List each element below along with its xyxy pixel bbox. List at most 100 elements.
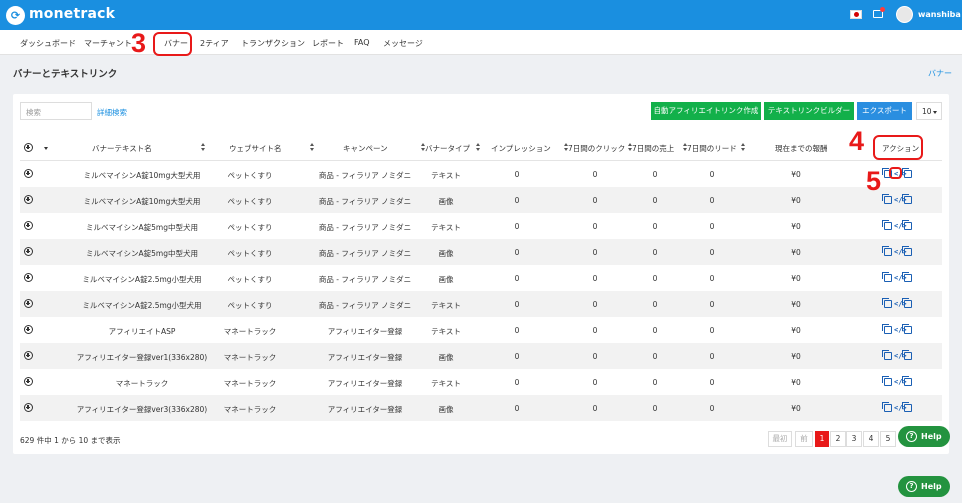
sort-icon[interactable]: [741, 143, 745, 151]
pagination-prev[interactable]: 前: [795, 431, 813, 447]
pagination-page-4[interactable]: 4: [863, 431, 879, 447]
website-cell: マネートラック: [223, 379, 277, 388]
col-impressions[interactable]: インプレッション: [491, 143, 551, 154]
avatar[interactable]: [896, 6, 913, 23]
copy-icon[interactable]: [882, 246, 892, 256]
pagination-page-1[interactable]: 1: [815, 431, 829, 447]
col-7day-leads[interactable]: 7日間のリード: [687, 143, 737, 154]
expand-row-icon[interactable]: [24, 403, 33, 412]
copy-icon[interactable]: [882, 324, 892, 334]
nav-dashboard[interactable]: ダッシュボード: [20, 38, 76, 49]
nav-reports[interactable]: レポート: [312, 38, 344, 49]
pagination-first[interactable]: 最初: [768, 431, 792, 447]
expand-row-icon[interactable]: [24, 325, 33, 334]
sales-cell: 0: [652, 170, 658, 179]
user-name[interactable]: wanshiba: [918, 10, 961, 19]
impressions-cell: 0: [514, 404, 520, 413]
search-input[interactable]: 検索: [20, 102, 92, 120]
per-page-select[interactable]: 10: [916, 102, 942, 120]
copy-link-icon[interactable]: [902, 402, 912, 412]
export-button[interactable]: エクスポート: [857, 102, 912, 120]
nav-2tier[interactable]: 2ティア: [200, 38, 229, 49]
code-icon[interactable]: </>: [894, 222, 907, 230]
expand-row-icon[interactable]: [24, 351, 33, 360]
nav-transactions[interactable]: トランザクション: [241, 38, 305, 49]
code-icon[interactable]: </>: [894, 378, 907, 386]
copy-link-icon[interactable]: [902, 272, 912, 282]
copy-icon[interactable]: [882, 194, 892, 204]
copy-link-icon[interactable]: [902, 324, 912, 334]
help-button[interactable]: ? Help: [898, 426, 950, 447]
banner-type-cell: テキスト: [431, 379, 461, 388]
code-icon[interactable]: </>: [894, 326, 907, 334]
expand-row-icon[interactable]: [24, 273, 33, 282]
copy-link-icon[interactable]: [902, 220, 912, 230]
brand-name[interactable]: monetrack: [29, 6, 115, 22]
sort-desc-icon[interactable]: [44, 147, 48, 150]
expand-row-icon[interactable]: [24, 195, 33, 204]
copy-link-icon[interactable]: [902, 246, 912, 256]
nav-messages[interactable]: メッセージ: [383, 38, 423, 49]
mail-icon[interactable]: [873, 7, 885, 18]
annotation-4: 4: [849, 126, 865, 156]
expand-row-icon[interactable]: [24, 299, 33, 308]
leads-cell: 0: [709, 300, 715, 309]
advanced-search-link[interactable]: 詳細検索: [97, 107, 127, 118]
code-icon[interactable]: </>: [894, 274, 907, 282]
copy-icon[interactable]: [882, 350, 892, 360]
pagination-page-5[interactable]: 5: [880, 431, 896, 447]
banner-type-cell: テキスト: [431, 223, 461, 232]
copy-icon[interactable]: [882, 272, 892, 282]
expand-row-icon[interactable]: [24, 221, 33, 230]
japan-flag-icon[interactable]: [850, 10, 862, 19]
code-icon[interactable]: </>: [894, 352, 907, 360]
expand-row-icon[interactable]: [24, 247, 33, 256]
sales-cell: 0: [652, 274, 658, 283]
help-label: Help: [921, 432, 942, 441]
help-button[interactable]: ? Help: [898, 476, 950, 497]
code-icon[interactable]: </>: [894, 300, 907, 308]
copy-link-icon[interactable]: [902, 350, 912, 360]
nav-merchant[interactable]: マーチャント: [84, 38, 132, 49]
text-link-builder-button[interactable]: テキストリンクビルダー: [764, 102, 854, 120]
clicks-cell: 0: [592, 378, 598, 387]
col-7day-clicks[interactable]: 7日間のクリック: [568, 143, 625, 154]
expand-row-icon[interactable]: [24, 377, 33, 386]
col-website[interactable]: ウェブサイト名: [229, 143, 282, 154]
sales-cell: 0: [652, 404, 658, 413]
col-reward-to-date[interactable]: 現在までの報酬: [775, 143, 828, 154]
question-icon: ?: [906, 481, 917, 492]
col-banner-type[interactable]: バナータイプ: [425, 143, 470, 154]
table-row: マネートラック マネートラック アフィリエイター登録 テキスト 0 0 0 0 ¥0 </>: [20, 369, 942, 395]
table-row: アフィリエイター登録ver3(336x280) マネートラック アフィリエイター登録…: [20, 395, 942, 421]
copy-link-icon[interactable]: [902, 168, 912, 178]
code-icon[interactable]: </>: [894, 196, 907, 204]
copy-icon[interactable]: [882, 376, 892, 386]
pagination-page-3[interactable]: 3: [846, 431, 862, 447]
copy-icon[interactable]: [882, 298, 892, 308]
code-icon[interactable]: </>: [894, 248, 907, 256]
col-banner-name[interactable]: バナーテキスト名: [92, 143, 152, 154]
copy-link-icon[interactable]: [902, 298, 912, 308]
copy-icon[interactable]: [882, 220, 892, 230]
annotation-5: 5: [866, 166, 882, 196]
table-row: アフィリエイター登録ver1(336x280) マネートラック アフィリエイター登録…: [20, 343, 942, 369]
sort-icon[interactable]: [476, 143, 480, 151]
breadcrumb[interactable]: バナー: [928, 68, 952, 79]
campaign-cell: アフィリエイター登録: [327, 327, 403, 336]
col-7day-sales[interactable]: 7日間の売上: [632, 143, 674, 154]
nav-faq[interactable]: FAQ: [354, 38, 370, 47]
pagination-page-2[interactable]: 2: [830, 431, 846, 447]
monetrack-logo-icon[interactable]: ⟳: [6, 6, 25, 25]
col-campaign[interactable]: キャンペーン: [343, 143, 388, 154]
row-actions: </>: [882, 402, 914, 413]
copy-link-icon[interactable]: [902, 194, 912, 204]
sort-icon[interactable]: [201, 143, 205, 151]
code-icon[interactable]: </>: [894, 404, 907, 412]
sort-icon[interactable]: [310, 143, 314, 151]
copy-icon[interactable]: [882, 402, 892, 412]
expand-all-icon[interactable]: [24, 143, 33, 152]
auto-affiliate-link-button[interactable]: 自動アフィリエイトリンク作成: [651, 102, 761, 120]
expand-row-icon[interactable]: [24, 169, 33, 178]
copy-link-icon[interactable]: [902, 376, 912, 386]
